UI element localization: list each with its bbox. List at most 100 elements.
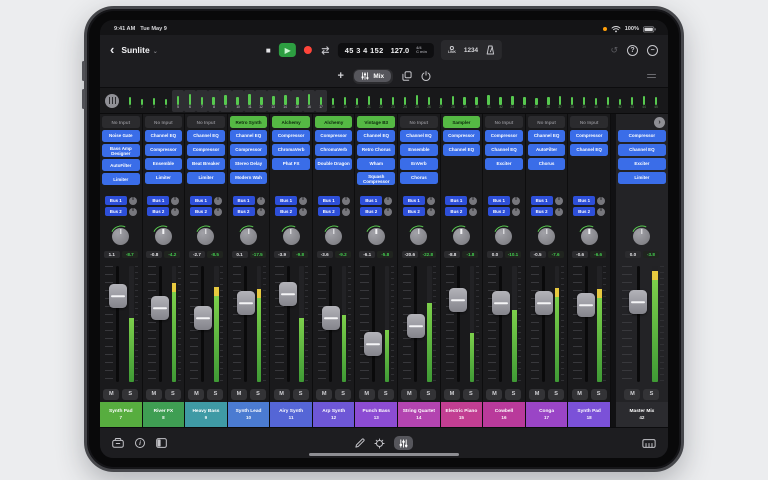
play-button[interactable]: ▶: [279, 43, 296, 57]
overview-track[interactable]: 1: [124, 90, 136, 112]
solo-button[interactable]: S: [420, 389, 436, 400]
track-label[interactable]: Punch Bass 13: [355, 402, 397, 427]
send-knob[interactable]: [597, 208, 605, 216]
send-button[interactable]: Bus 1: [318, 196, 340, 205]
send-knob[interactable]: [171, 208, 179, 216]
overview-track[interactable]: 36: [542, 90, 554, 112]
plugin-button[interactable]: Compressor: [187, 144, 225, 156]
send-knob[interactable]: [384, 208, 392, 216]
volume-value[interactable]: -3.9: [274, 251, 290, 258]
send-knob[interactable]: [257, 197, 265, 205]
overview-track[interactable]: 9: [220, 90, 232, 112]
send-knob[interactable]: [555, 197, 563, 205]
volume-value[interactable]: -0.8: [146, 251, 162, 258]
plugin-button[interactable]: Modern Wah: [230, 172, 268, 184]
browser-icon[interactable]: [112, 438, 124, 448]
send-button[interactable]: Bus 1: [573, 196, 595, 205]
track-label[interactable]: Master Mix 42: [616, 402, 668, 427]
plugin-button[interactable]: Ensemble: [400, 144, 438, 156]
send-button[interactable]: Bus 1: [445, 196, 467, 205]
send-button[interactable]: Bus 2: [488, 207, 510, 216]
fader-handle[interactable]: [449, 288, 467, 312]
fader-handle[interactable]: [407, 314, 425, 338]
solo-button[interactable]: S: [250, 389, 266, 400]
copy-icon[interactable]: [402, 71, 412, 81]
overview-track[interactable]: 35: [530, 90, 542, 112]
overview-track[interactable]: 25: [411, 90, 423, 112]
plugin-button[interactable]: Chorus: [400, 172, 438, 184]
send-button[interactable]: Bus 1: [488, 196, 510, 205]
overview-track[interactable]: 37: [554, 90, 566, 112]
overview-track[interactable]: 19: [339, 90, 351, 112]
overview-track[interactable]: 33: [507, 90, 519, 112]
input-button[interactable]: Retro Synth: [230, 116, 268, 128]
overview-track[interactable]: 26: [423, 90, 435, 112]
overview-track[interactable]: 27: [435, 90, 447, 112]
pan-knob[interactable]: [325, 228, 342, 245]
solo-button[interactable]: S: [591, 389, 607, 400]
overview-track[interactable]: 31: [483, 90, 495, 112]
plugin-button[interactable]: Noise Gate: [102, 130, 140, 142]
mute-button[interactable]: M: [529, 389, 545, 400]
plugin-button[interactable]: Stereo Delay: [230, 158, 268, 170]
send-knob[interactable]: [299, 208, 307, 216]
input-button[interactable]: No Input: [570, 116, 608, 128]
send-button[interactable]: Bus 1: [403, 196, 425, 205]
input-button[interactable]: No Input: [485, 116, 523, 128]
send-knob[interactable]: [257, 208, 265, 216]
input-button[interactable]: No Input: [187, 116, 225, 128]
overview-track[interactable]: 20: [351, 90, 363, 112]
overview-track[interactable]: 41: [602, 90, 614, 112]
undo-icon[interactable]: ↺: [610, 45, 618, 56]
overview-track[interactable]: 5: [172, 90, 184, 112]
input-button[interactable]: No Input: [102, 116, 140, 128]
plugin-button[interactable]: Channel EQ: [357, 130, 395, 142]
plugin-button[interactable]: Compressor: [230, 144, 268, 156]
fader-handle[interactable]: [151, 296, 169, 320]
power-icon[interactable]: [421, 71, 431, 81]
overview-meters[interactable]: 1 2 3 4 5 6 7 8 9 10 11 12 13 14: [124, 90, 662, 112]
overview-track[interactable]: 38: [566, 90, 578, 112]
send-button[interactable]: Bus 2: [573, 207, 595, 216]
plugin-button[interactable]: Compressor: [618, 130, 666, 142]
overview-track[interactable]: 24: [399, 90, 411, 112]
send-button[interactable]: Bus 1: [531, 196, 553, 205]
project-title-button[interactable]: Sunlite ⌄: [121, 45, 157, 55]
plugin-button[interactable]: Wham: [357, 158, 395, 170]
fader-handle[interactable]: [279, 282, 297, 306]
send-knob[interactable]: [342, 208, 350, 216]
volume-value[interactable]: 0.0: [625, 251, 641, 258]
plugin-button[interactable]: Channel EQ: [485, 144, 523, 156]
plugin-button[interactable]: Limiter: [618, 172, 666, 184]
send-knob[interactable]: [384, 197, 392, 205]
fader-handle[interactable]: [322, 306, 340, 330]
overview-track[interactable]: 13: [267, 90, 279, 112]
mixer-view-button[interactable]: [394, 436, 413, 450]
plugin-button[interactable]: Squash Compressor: [357, 172, 395, 185]
minimize-button[interactable]: −: [647, 45, 658, 56]
mute-button[interactable]: M: [316, 389, 332, 400]
send-button[interactable]: Bus 2: [403, 207, 425, 216]
pan-knob[interactable]: [197, 228, 214, 245]
plugin-button[interactable]: Compressor: [272, 130, 310, 142]
send-knob[interactable]: [555, 208, 563, 216]
send-button[interactable]: Bus 2: [445, 207, 467, 216]
plugin-button[interactable]: Compressor: [485, 130, 523, 142]
pan-knob[interactable]: [581, 228, 598, 245]
fader-handle[interactable]: [364, 332, 382, 356]
mute-button[interactable]: M: [103, 389, 119, 400]
plugin-button[interactable]: Channel EQ: [230, 130, 268, 142]
send-button[interactable]: Bus 2: [233, 207, 255, 216]
send-button[interactable]: Bus 2: [190, 207, 212, 216]
send-button[interactable]: Bus 1: [105, 196, 127, 205]
overview-track[interactable]: 7: [196, 90, 208, 112]
overview-track[interactable]: 29: [459, 90, 471, 112]
send-button[interactable]: Bus 1: [147, 196, 169, 205]
plugin-button[interactable]: Compressor: [315, 130, 353, 142]
track-label[interactable]: Synth Pad 18: [568, 402, 610, 427]
overview-track[interactable]: 42: [614, 90, 626, 112]
fader-handle[interactable]: [194, 306, 212, 330]
fader-handle[interactable]: [629, 290, 647, 314]
overview-mode-button[interactable]: [105, 94, 119, 108]
mute-button[interactable]: M: [572, 389, 588, 400]
